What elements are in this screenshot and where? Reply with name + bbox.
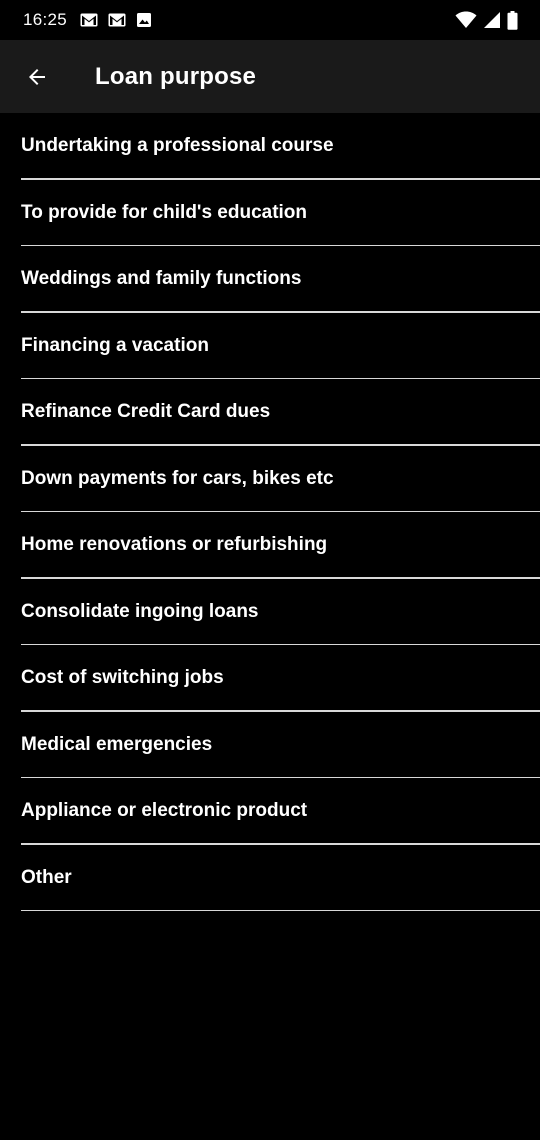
list-item-label: Undertaking a professional course — [21, 135, 334, 156]
list-item-home-renovations[interactable]: Home renovations or refurbishing — [0, 512, 540, 579]
list-item-consolidate-loans[interactable]: Consolidate ingoing loans — [0, 579, 540, 645]
list-item-other[interactable]: Other — [0, 845, 540, 911]
cellular-signal-icon — [483, 11, 501, 29]
list-item-label: Home renovations or refurbishing — [21, 534, 328, 555]
list-item-appliance[interactable]: Appliance or electronic product — [0, 778, 540, 845]
list-item-label: Financing a vacation — [21, 334, 209, 356]
list-item-medical-emergencies[interactable]: Medical emergencies — [0, 712, 540, 778]
status-bar: 16:25 — [0, 0, 540, 40]
list-item-label: Other — [21, 866, 72, 888]
battery-icon — [507, 10, 518, 30]
divider — [21, 909, 540, 911]
gmail-icon — [80, 13, 98, 27]
list-item-label: Cost of switching jobs — [21, 667, 224, 688]
arrow-back-icon — [29, 69, 45, 85]
list-item-label: Weddings and family functions — [21, 268, 302, 289]
image-icon — [136, 12, 152, 28]
gmail-icon — [108, 13, 126, 27]
wifi-icon — [455, 11, 477, 29]
list-item-child-education[interactable]: To provide for child's education — [0, 180, 540, 246]
list-item-label: Down payments for cars, bikes etc — [21, 467, 334, 489]
list-item-label: Consolidate ingoing loans — [21, 600, 259, 622]
status-time: 16:25 — [23, 10, 68, 29]
app-bar: Loan purpose — [0, 40, 540, 113]
list-item-label: To provide for child's education — [21, 201, 308, 223]
back-button[interactable] — [18, 58, 56, 96]
system-icons — [455, 10, 518, 30]
list-item-label: Refinance Credit Card dues — [21, 401, 271, 422]
list-item-vacation[interactable]: Financing a vacation — [0, 313, 540, 379]
loan-purpose-list: Undertaking a professional course To pro… — [0, 113, 540, 911]
list-item-professional-course[interactable]: Undertaking a professional course — [0, 113, 540, 180]
list-item-label: Appliance or electronic product — [21, 800, 308, 821]
list-item-down-payments[interactable]: Down payments for cars, bikes etc — [0, 446, 540, 512]
list-item-refinance-credit-card[interactable]: Refinance Credit Card dues — [0, 379, 540, 446]
list-item-switching-jobs[interactable]: Cost of switching jobs — [0, 645, 540, 712]
notification-icons — [80, 11, 152, 29]
page-title: Loan purpose — [95, 63, 257, 90]
list-item-label: Medical emergencies — [21, 733, 213, 755]
list-item-weddings[interactable]: Weddings and family functions — [0, 246, 540, 313]
